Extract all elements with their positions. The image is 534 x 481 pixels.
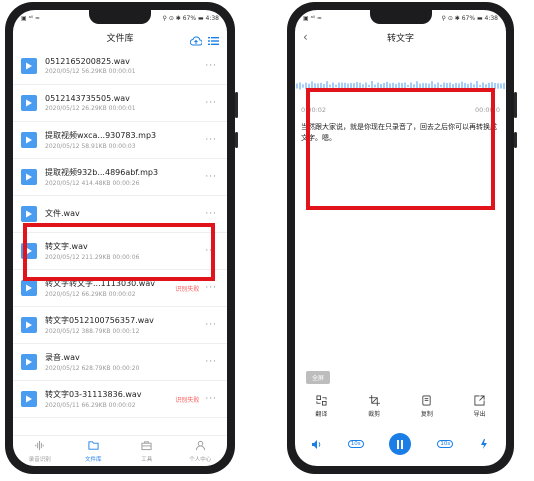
action-bar: 翻译 裁剪 复制 导出 (295, 395, 506, 418)
fullscreen-button[interactable]: 全屏 (306, 371, 331, 384)
rewind-10s-label: 10s (347, 440, 364, 448)
recognition-status: 识别失败 (175, 285, 200, 293)
file-meta: 2020/05/12 628.79KB 00:00:20 (45, 365, 140, 372)
waveform-icon (34, 440, 45, 455)
person-icon (195, 440, 206, 455)
export-button[interactable]: 导出 (453, 395, 506, 418)
file-meta: 2020/05/12 26.29KB 00:00:01 (45, 105, 136, 112)
forward-10s-label: 10s (437, 440, 454, 448)
recognition-status: 识别失败 (175, 396, 200, 404)
copy-icon (422, 395, 431, 406)
more-options-icon[interactable]: ··· (205, 135, 217, 145)
forward-10s-button[interactable]: 10s (437, 440, 454, 448)
audio-file-icon (21, 132, 37, 148)
file-name: 转文字0512100756357.wav (45, 316, 154, 325)
power-button (235, 132, 238, 148)
transcribe-header: ‹ 转文字 (295, 26, 506, 48)
highlight-selected-file (23, 223, 215, 281)
file-meta: 2020/05/12 56.29KB 00:00:01 (45, 68, 136, 75)
page-title: 文件库 (106, 33, 134, 44)
copy-button[interactable]: 复制 (401, 395, 454, 418)
notch (89, 10, 151, 24)
export-icon (474, 395, 485, 406)
player-controls: 10s 10s (295, 433, 506, 455)
volume-button (514, 92, 517, 118)
nav-label: 文件库 (84, 456, 102, 463)
nav-item-person[interactable]: 个人中心 (174, 436, 228, 466)
status-left: ▣ ᵃˡˡ ≈ (303, 14, 322, 22)
speed-icon[interactable] (479, 439, 489, 449)
volume-button (235, 92, 238, 118)
crop-icon (368, 395, 380, 406)
more-options-icon[interactable]: ··· (205, 283, 217, 293)
file-name: 0512165200825.wav (45, 57, 130, 66)
nav-item-toolbox[interactable]: 工具 (120, 436, 174, 466)
audio-file-icon (21, 317, 37, 333)
file-name: 0512143735505.wav (45, 94, 130, 103)
status-left: ▣ ᵃˡˡ ≈ (21, 14, 40, 22)
nav-label: 录音识别 (28, 456, 51, 463)
notch (369, 10, 432, 24)
pause-icon (397, 439, 404, 449)
audio-file-icon (21, 95, 37, 111)
translate-icon (316, 395, 327, 406)
more-options-icon[interactable]: ··· (205, 357, 217, 367)
right-phone: ▣ ᵃˡˡ ≈ ⚲ ⊙ ✱ 67% ▬ 4:38 ‹ 转文字 0:00:02 0… (287, 2, 517, 474)
file-list-item[interactable]: 0512165200825.wav 2020/05/12 56.29KB 00:0… (13, 48, 227, 85)
highlight-transcript (306, 88, 495, 210)
more-options-icon[interactable]: ··· (205, 209, 217, 219)
file-name: 提取视频932b...4896abf.mp3 (45, 168, 159, 177)
more-options-icon[interactable]: ··· (205, 394, 217, 404)
audio-file-icon (21, 354, 37, 370)
status-right: ⚲ ⊙ ✱ 67% ▬ 4:38 (441, 14, 498, 22)
nav-item-folder[interactable]: 文件库 (67, 436, 121, 466)
back-icon[interactable]: ‹ (303, 30, 308, 44)
power-button (514, 132, 517, 148)
crop-button[interactable]: 裁剪 (348, 395, 401, 418)
audio-file-icon (21, 206, 37, 222)
nav-label: 工具 (141, 456, 153, 463)
file-list-item[interactable]: 提取视频wxca...930783.mp3 2020/05/12 58.91KB … (13, 122, 227, 159)
file-list-item[interactable]: 0512143735505.wav 2020/05/12 26.29KB 00:0… (13, 85, 227, 122)
file-name: 录音.wav (45, 353, 80, 362)
file-name: 转文字03-31113836.wav (45, 390, 142, 399)
audio-file-icon (21, 169, 37, 185)
file-meta: 2020/05/11 66.29KB 00:00:02 (45, 402, 136, 409)
more-options-icon[interactable]: ··· (205, 98, 217, 108)
folder-icon (88, 440, 99, 455)
file-list-item[interactable]: 转文字0512100756357.wav 2020/05/12 388.79KB … (13, 307, 227, 344)
more-options-icon[interactable]: ··· (205, 320, 217, 330)
crop-label: 裁剪 (368, 411, 381, 418)
status-right: ⚲ ⊙ ✱ 67% ▬ 4:38 (162, 14, 219, 22)
file-library-header: 文件库 (13, 26, 227, 48)
page-title: 转文字 (386, 33, 414, 44)
file-meta: 2020/05/12 388.79KB 00:00:12 (45, 328, 140, 335)
file-meta: 2020/05/12 66.29KB 00:00:02 (45, 291, 136, 298)
file-meta: 2020/05/12 414.48KB 00:00:26 (45, 180, 140, 187)
nav-item-waveform[interactable]: 录音识别 (13, 436, 67, 466)
translate-label: 翻译 (315, 411, 328, 418)
file-list-item[interactable]: 录音.wav 2020/05/12 628.79KB 00:00:20 ··· (13, 344, 227, 381)
volume-icon[interactable] (311, 439, 322, 449)
audio-file-icon (21, 391, 37, 407)
file-name: 提取视频wxca...930783.mp3 (45, 131, 157, 140)
file-list-item[interactable]: 提取视频932b...4896abf.mp3 2020/05/12 414.48K… (13, 159, 227, 196)
pause-button[interactable] (389, 433, 412, 455)
file-list-item[interactable]: 转文字03-31113836.wav 2020/05/11 66.29KB 00:… (13, 381, 227, 418)
export-label: 导出 (473, 411, 486, 418)
right-screen: ▣ ᵃˡˡ ≈ ⚲ ⊙ ✱ 67% ▬ 4:38 ‹ 转文字 0:00:02 0… (295, 10, 506, 466)
file-list-item[interactable]: 转文字04-16180005.wav··· (13, 418, 227, 428)
bottom-nav: 录音识别 文件库 工具 个人中心 (13, 435, 227, 466)
file-name: 文件.wav (45, 208, 80, 218)
translate-button[interactable]: 翻译 (295, 395, 348, 418)
toolbox-icon (141, 440, 152, 455)
nav-label: 个人中心 (189, 456, 212, 463)
copy-label: 复制 (420, 411, 433, 418)
audio-file-icon (21, 280, 37, 296)
more-options-icon[interactable]: ··· (205, 172, 217, 182)
more-options-icon[interactable]: ··· (205, 61, 217, 71)
file-meta: 2020/05/12 58.91KB 00:00:03 (45, 143, 136, 150)
rewind-10s-button[interactable]: 10s (347, 440, 364, 448)
audio-file-icon (21, 58, 37, 74)
